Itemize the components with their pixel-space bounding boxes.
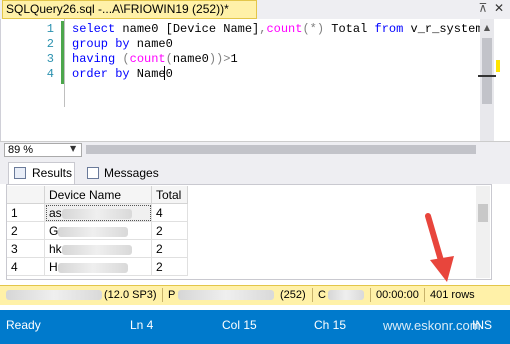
code-line-1[interactable]: select name0 [Device Name],count(*) Tota… xyxy=(72,22,483,36)
row-number[interactable]: 2 xyxy=(7,222,45,240)
zoom-value: 89 % xyxy=(8,144,34,156)
redacted-text xyxy=(178,290,274,300)
grid-cell-total[interactable]: 2 xyxy=(152,258,188,276)
server-version: (12.0 SP3) xyxy=(104,289,157,301)
line-number: 4 xyxy=(46,67,54,81)
watermark: www.eskonr.com xyxy=(383,318,481,333)
status-char: Ch 15 xyxy=(314,318,347,332)
server-name: P xyxy=(168,289,176,301)
scroll-position-marker xyxy=(478,75,496,77)
results-tab-strip xyxy=(0,159,510,184)
status-divider xyxy=(424,288,425,302)
redacted-text xyxy=(6,290,102,300)
grid-cell-device-name[interactable]: as xyxy=(45,204,152,222)
grid-cell-device-name[interactable]: hk xyxy=(45,240,152,258)
chevron-down-icon[interactable]: ▼ xyxy=(70,144,76,153)
column-header-total[interactable]: Total xyxy=(152,186,188,204)
status-divider xyxy=(312,288,313,302)
grid-cell-device-name[interactable]: H xyxy=(45,258,152,276)
grid-cell-total[interactable]: 4 xyxy=(152,204,188,222)
status-divider xyxy=(162,288,163,302)
editor-scroll-thumb[interactable] xyxy=(482,38,492,104)
horizontal-scroll-thumb[interactable] xyxy=(86,145,476,154)
row-number[interactable]: 1 xyxy=(7,204,45,222)
grid-cell-total[interactable]: 2 xyxy=(152,222,188,240)
elapsed-time: 00:00:00 xyxy=(376,289,419,301)
row-header-corner[interactable] xyxy=(7,186,45,204)
cell-text: hk xyxy=(49,242,62,256)
annotation-arrow-icon xyxy=(425,213,454,282)
tab-results-label[interactable]: Results xyxy=(32,166,72,180)
redacted-text xyxy=(57,262,128,273)
row-number[interactable]: 3 xyxy=(7,240,45,258)
grid-vertical-scrollbar[interactable] xyxy=(476,186,490,278)
redacted-text xyxy=(58,226,129,237)
line-number: 3 xyxy=(46,52,54,66)
close-icon[interactable]: ✕ xyxy=(492,1,506,15)
cell-text: H xyxy=(49,260,58,274)
status-line: Ln 4 xyxy=(130,318,154,332)
grid-icon xyxy=(14,167,26,179)
row-number[interactable]: 4 xyxy=(7,258,45,276)
database-name: C xyxy=(318,289,326,301)
query-tab-title[interactable]: SQLQuery26.sql -...A\FRIOWIN19 (252))* xyxy=(6,2,229,16)
grid-scroll-thumb[interactable] xyxy=(478,204,488,222)
status-column: Col 15 xyxy=(222,318,257,332)
redacted-text xyxy=(61,244,132,255)
column-header-device-name[interactable]: Device Name xyxy=(45,186,152,204)
messages-icon xyxy=(87,167,99,179)
code-line-4[interactable]: order by Name0 xyxy=(72,67,173,81)
cell-text: as xyxy=(49,206,62,220)
text-caret xyxy=(164,66,165,80)
line-number: 2 xyxy=(46,37,54,51)
tab-messages-label[interactable]: Messages xyxy=(104,166,159,180)
redacted-text xyxy=(328,290,364,300)
unsaved-marker xyxy=(496,60,500,72)
scroll-up-icon[interactable]: ▲ xyxy=(480,21,494,35)
grid-cell-device-name[interactable]: G xyxy=(45,222,152,240)
code-line-3[interactable]: having (count(name0))>1 xyxy=(72,52,238,66)
line-number: 1 xyxy=(46,22,54,36)
cell-text: G xyxy=(49,224,59,238)
status-divider xyxy=(370,288,371,302)
session-id: (252) xyxy=(280,289,306,301)
code-line-2[interactable]: group by name0 xyxy=(72,37,173,51)
redacted-text xyxy=(61,208,132,219)
row-count: 401 rows xyxy=(430,289,475,301)
pin-icon[interactable]: ⊼ xyxy=(476,1,490,15)
editor-gutter-divider xyxy=(64,19,65,107)
grid-cell-total[interactable]: 2 xyxy=(152,240,188,258)
status-ready: Ready xyxy=(6,318,41,332)
